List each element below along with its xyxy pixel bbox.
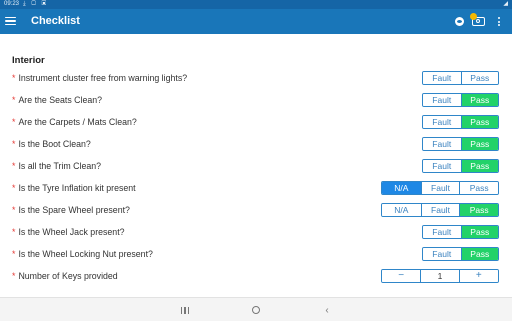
required-marker: * — [12, 73, 16, 83]
keys-question: Number of Keys provided — [18, 271, 118, 281]
increment-button[interactable]: + — [459, 270, 498, 282]
option-pass-button[interactable]: Pass — [460, 138, 498, 150]
option-fault-button[interactable]: Fault — [423, 72, 461, 84]
fault-pass-toggle: Fault Pass — [422, 159, 499, 173]
fault-pass-toggle: Fault Pass — [422, 71, 499, 85]
option-na-button[interactable]: N/A — [382, 204, 421, 216]
option-fault-button[interactable]: Fault — [423, 226, 461, 238]
option-pass-button[interactable]: Pass — [460, 72, 498, 84]
question-label: * Is all the Trim Clean? — [12, 155, 101, 177]
eye-icon[interactable] — [453, 15, 465, 28]
option-pass-button[interactable]: Pass — [460, 116, 498, 128]
page-title: Checklist — [31, 15, 80, 27]
option-pass-button[interactable]: Pass — [460, 248, 498, 260]
question-label: * Is the Boot Clean? — [12, 133, 91, 155]
system-nav-bar: ‹ — [0, 297, 512, 321]
fault-pass-toggle: N/A Fault Pass — [381, 203, 499, 217]
question-label: * Is the Tyre Inflation kit present — [12, 177, 136, 199]
option-fault-button[interactable]: Fault — [423, 248, 461, 260]
required-marker: * — [12, 161, 16, 171]
checklist-row: * Is the Wheel Locking Nut present? Fault P… — [0, 243, 512, 265]
required-marker: * — [12, 139, 16, 149]
decrement-button[interactable]: − — [382, 270, 421, 282]
option-fault-button[interactable]: Fault — [420, 182, 460, 194]
fault-pass-toggle: Fault Pass — [422, 247, 499, 261]
back-icon[interactable]: ‹ — [319, 304, 335, 316]
fault-pass-toggle: Fault Pass — [422, 115, 499, 129]
required-marker: * — [12, 271, 16, 281]
required-marker: * — [12, 183, 16, 193]
question-text: Is the Wheel Locking Nut present? — [18, 249, 153, 259]
status-bar: 09:23 ⤓ ▢ ▣ ◢ — [0, 0, 512, 9]
option-fault-button[interactable]: Fault — [423, 94, 461, 106]
option-pass-button[interactable]: Pass — [459, 182, 498, 194]
notification-icon: ▣ — [41, 1, 49, 7]
checklist-row: * Are the Carpets / Mats Clean? Fault Pass — [0, 111, 512, 133]
keys-row: * Number of Keys provided − 1 + — [0, 265, 512, 287]
sim-icon: ▢ — [31, 1, 38, 7]
option-na-button[interactable]: N/A — [382, 182, 421, 194]
checklist-row: * Are the Seats Clean? Fault Pass — [0, 89, 512, 111]
option-pass-button[interactable]: Pass — [460, 226, 498, 238]
checklist-row: * Is all the Trim Clean? Fault Pass — [0, 155, 512, 177]
option-fault-button[interactable]: Fault — [423, 160, 461, 172]
checklist-row: * Instrument cluster free from warning li… — [0, 67, 512, 89]
required-marker: * — [12, 227, 16, 237]
keys-count-value[interactable]: 1 — [420, 270, 460, 282]
more-vert-icon[interactable] — [495, 15, 503, 28]
checklist-row: * Is the Spare Wheel present? N/A Fault Pass — [0, 199, 512, 221]
option-fault-button[interactable]: Fault — [423, 116, 461, 128]
fault-pass-toggle: Fault Pass — [422, 225, 499, 239]
question-label: * Is the Wheel Jack present? — [12, 221, 125, 243]
question-label: * Is the Wheel Locking Nut present? — [12, 243, 153, 265]
question-label: * Are the Carpets / Mats Clean? — [12, 111, 137, 133]
required-marker: * — [12, 95, 16, 105]
status-icons: ⤓ ▢ ▣ — [23, 0, 48, 9]
checklist-row: * Is the Wheel Jack present? Fault Pass — [0, 221, 512, 243]
camera-badge — [469, 13, 477, 20]
question-label: * Are the Seats Clean? — [12, 89, 102, 111]
camera-icon[interactable] — [469, 13, 486, 28]
checklist-row: * Is the Boot Clean? Fault Pass — [0, 133, 512, 155]
fault-pass-toggle: N/A Fault Pass — [381, 181, 499, 195]
app-bar: Checklist — [0, 9, 512, 34]
recent-apps-icon[interactable] — [177, 304, 193, 316]
fault-pass-toggle: Fault Pass — [422, 93, 499, 107]
option-fault-button[interactable]: Fault — [420, 204, 460, 216]
required-marker: * — [12, 205, 16, 215]
question-label: * Instrument cluster free from warning li… — [12, 67, 187, 89]
question-text: Is the Spare Wheel present? — [18, 205, 130, 215]
section-title: Interior — [12, 55, 45, 66]
question-text: Is the Tyre Inflation kit present — [18, 183, 136, 193]
status-time: 09:23 — [4, 1, 20, 7]
question-text: Are the Carpets / Mats Clean? — [18, 117, 137, 127]
required-marker: * — [12, 249, 16, 259]
option-pass-button[interactable]: Pass — [460, 94, 498, 106]
option-pass-button[interactable]: Pass — [460, 160, 498, 172]
option-pass-button[interactable]: Pass — [459, 204, 498, 216]
download-icon: ⤓ — [23, 1, 28, 7]
question-text: Is all the Trim Clean? — [18, 161, 102, 171]
option-fault-button[interactable]: Fault — [423, 138, 461, 150]
required-marker: * — [12, 117, 16, 127]
question-label: * Number of Keys provided — [12, 265, 118, 287]
question-text: Is the Boot Clean? — [18, 139, 91, 149]
home-icon[interactable] — [248, 304, 264, 316]
question-text: Instrument cluster free from warning lig… — [18, 73, 188, 83]
checklist-row: * Is the Tyre Inflation kit present N/A Fau… — [0, 177, 512, 199]
fault-pass-toggle: Fault Pass — [422, 137, 499, 151]
question-text: Are the Seats Clean? — [18, 95, 103, 105]
keys-stepper: − 1 + — [381, 269, 499, 283]
question-label: * Is the Spare Wheel present? — [12, 199, 130, 221]
question-text: Is the Wheel Jack present? — [18, 227, 125, 237]
wifi-icon: ◢ — [503, 1, 508, 7]
menu-icon[interactable] — [5, 13, 19, 29]
